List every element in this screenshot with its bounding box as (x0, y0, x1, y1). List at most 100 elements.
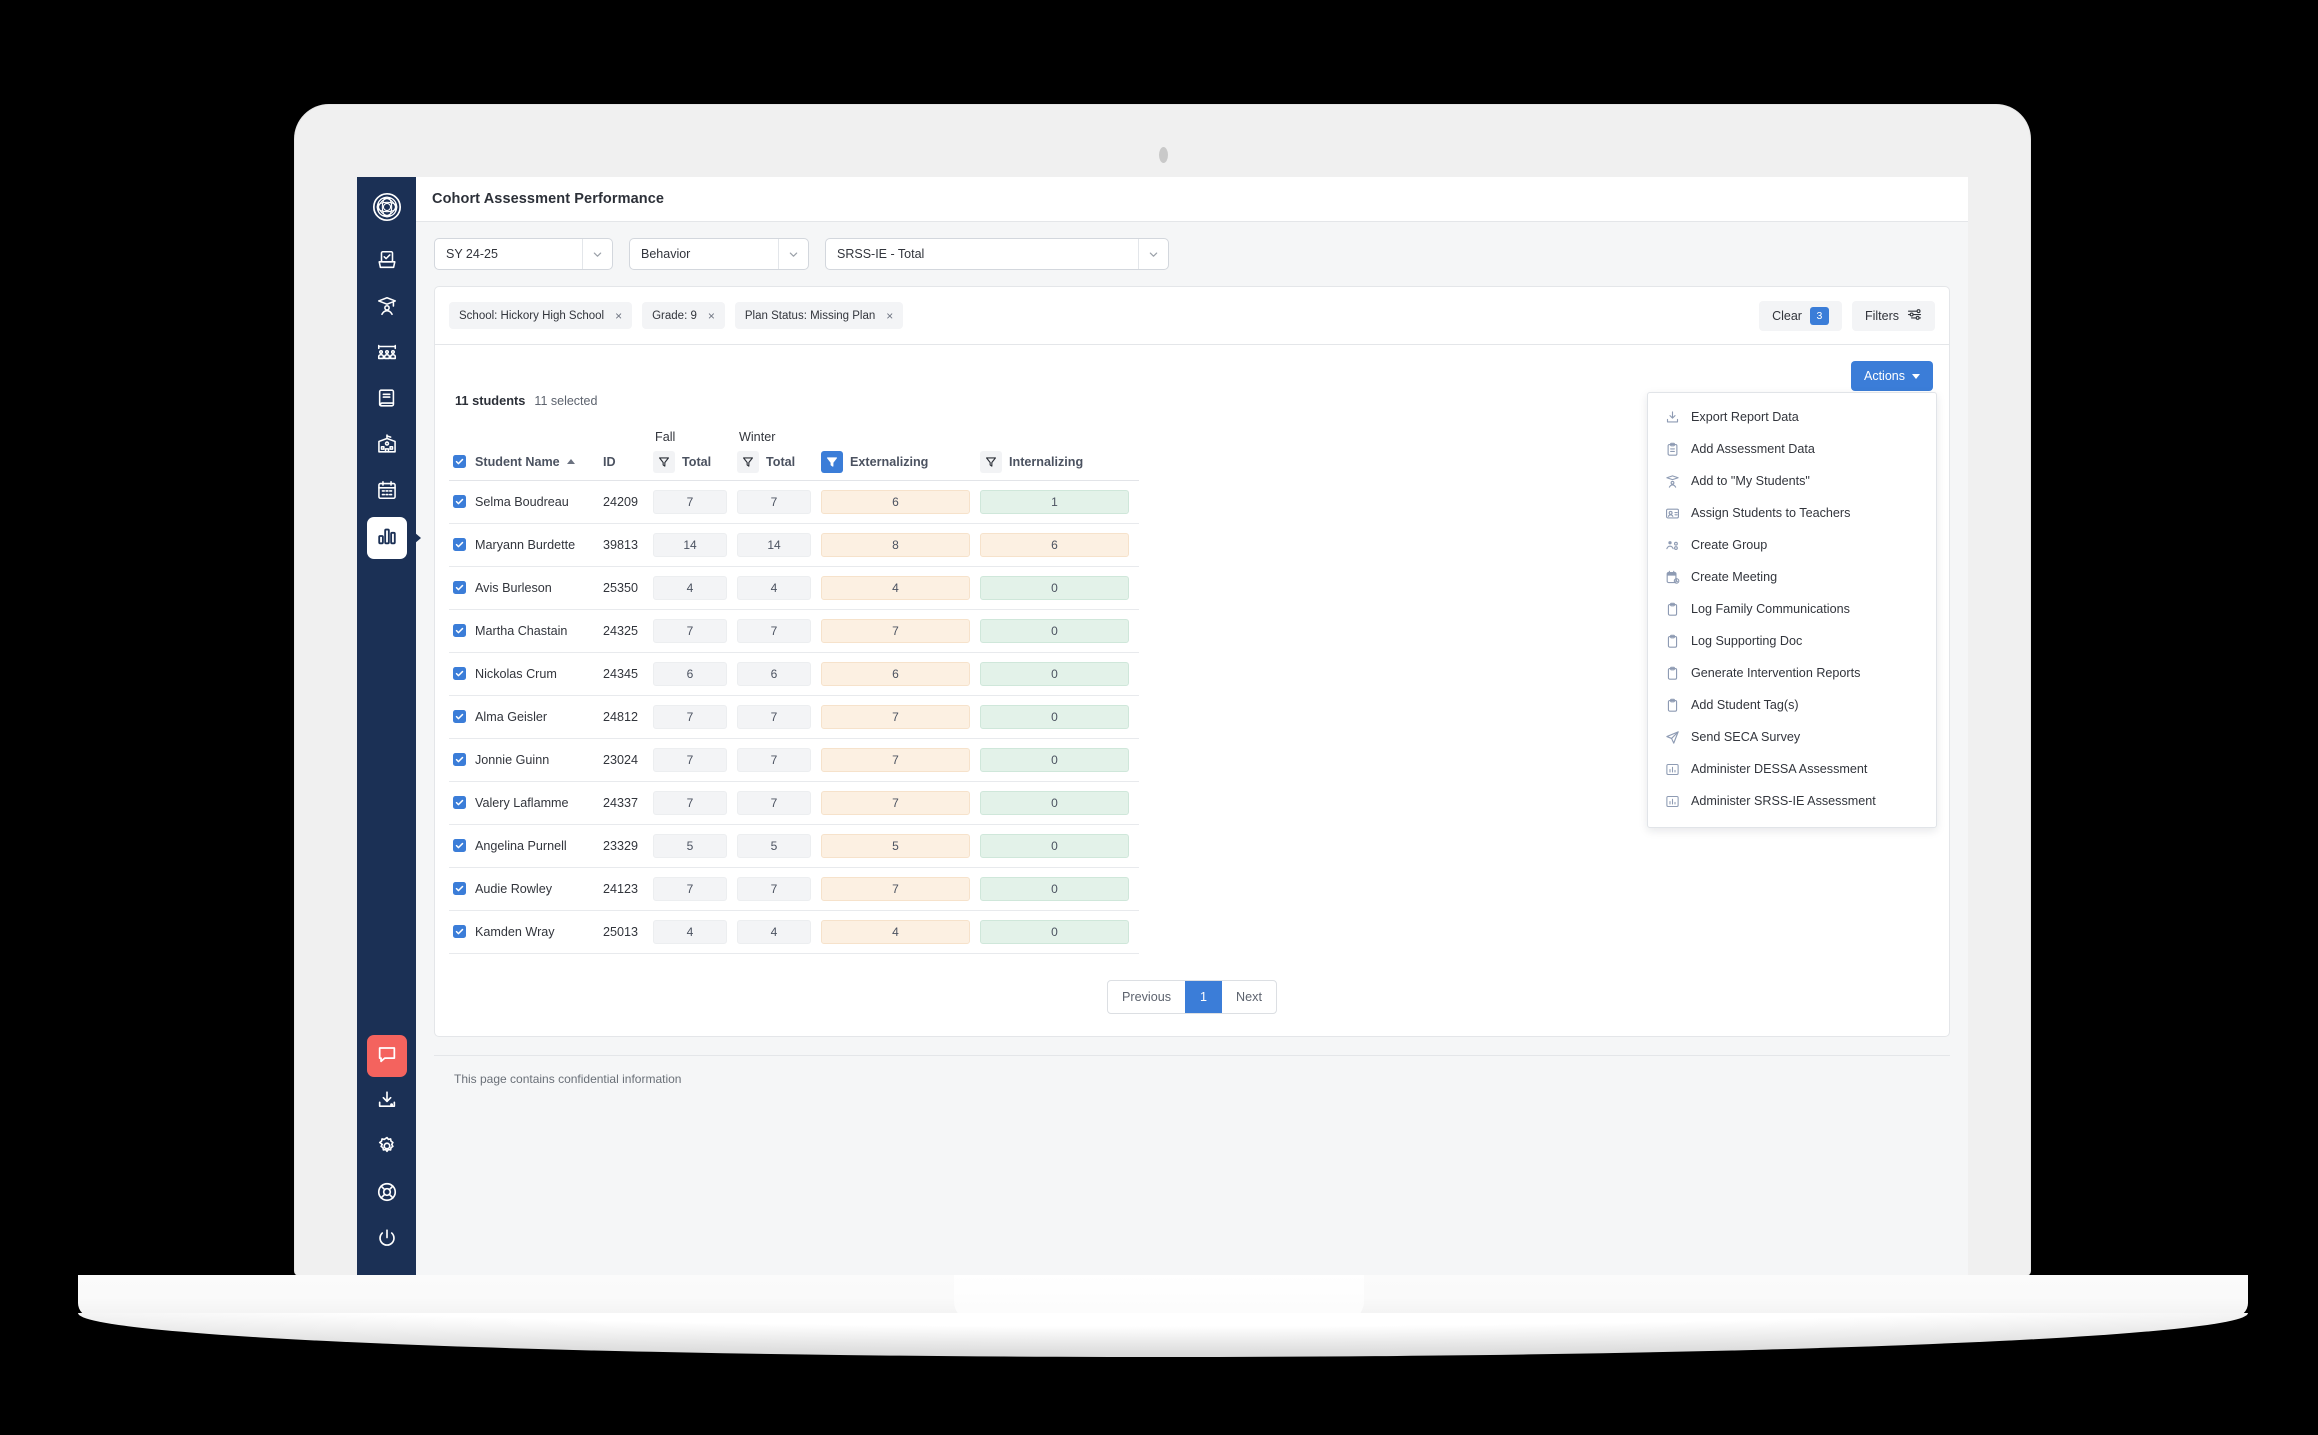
filter-icon[interactable] (737, 450, 759, 473)
select-all-checkbox[interactable] (453, 454, 466, 468)
header-fall-total[interactable]: Total (653, 444, 737, 481)
paper-plane-icon (1664, 729, 1680, 745)
app-logo[interactable] (367, 187, 407, 227)
sidebar-item-help[interactable] (367, 1173, 407, 1215)
sidebar-item-curriculum[interactable] (367, 379, 407, 421)
table-row[interactable]: Selma Boudreau 24209 7 7 6 1 (449, 480, 1139, 524)
menu-item-create-group[interactable]: Create Group (1648, 529, 1936, 561)
filters-button[interactable]: Filters (1851, 300, 1935, 331)
sidebar-item-assessments[interactable] (367, 241, 407, 283)
header-student-name[interactable]: Student Name (475, 444, 603, 481)
table-row[interactable]: Maryann Burdette 39813 14 14 8 6 (449, 523, 1139, 567)
pagination-previous[interactable]: Previous (1108, 981, 1185, 1013)
assessment-select[interactable]: SRSS-IE - Total (825, 238, 1169, 270)
filter-chip-school[interactable]: School: Hickory High School × (449, 302, 633, 329)
domain-select[interactable]: Behavior (629, 238, 809, 270)
header-externalizing[interactable]: Externalizing (821, 444, 980, 481)
pagination-page-1[interactable]: 1 (1185, 980, 1223, 1013)
menu-item-generate-intervention-reports[interactable]: Generate Intervention Reports (1648, 657, 1936, 689)
table-row[interactable]: Valery Laflamme 24337 7 7 7 0 (449, 781, 1139, 825)
filter-chip-plan-status[interactable]: Plan Status: Missing Plan × (734, 302, 904, 329)
menu-item-label: Add to "My Students" (1691, 474, 1810, 488)
menu-item-assign-students-to-teachers[interactable]: Assign Students to Teachers (1648, 497, 1936, 529)
cell-student-name[interactable]: Valery Laflamme (475, 781, 603, 825)
header-internalizing[interactable]: Internalizing (980, 444, 1139, 481)
row-checkbox[interactable] (453, 666, 466, 680)
menu-item-create-meeting[interactable]: Create Meeting (1648, 561, 1936, 593)
menu-item-log-family-communications[interactable]: Log Family Communications (1648, 593, 1936, 625)
sidebar-item-messages[interactable] (366, 1035, 407, 1077)
table-row[interactable]: Kamden Wray 25013 4 4 4 0 (449, 910, 1139, 954)
row-select-cell (449, 867, 475, 911)
sidebar-item-students[interactable] (367, 287, 407, 329)
sidebar-item-logout[interactable] (367, 1219, 407, 1261)
menu-item-send-seca-survey[interactable]: Send SECA Survey (1648, 721, 1936, 753)
cell-student-name[interactable]: Maryann Burdette (475, 523, 603, 567)
table-row[interactable]: Avis Burleson 25350 4 4 4 0 (449, 566, 1139, 610)
school-year-select[interactable]: SY 24-25 (434, 238, 613, 270)
cell-student-name[interactable]: Martha Chastain (475, 609, 603, 653)
cell-student-name[interactable]: Kamden Wray (475, 910, 603, 954)
table-row[interactable]: Nickolas Crum 24345 6 6 6 0 (449, 652, 1139, 696)
row-checkbox[interactable] (453, 924, 466, 938)
close-icon[interactable]: × (886, 310, 893, 322)
filter-icon[interactable] (653, 450, 675, 473)
column-header-row: Student Name ID Total Total Externalizin… (449, 444, 1139, 481)
table-row[interactable]: Jonnie Guinn 23024 7 7 7 0 (449, 738, 1139, 782)
cell-student-name[interactable]: Nickolas Crum (475, 652, 603, 696)
sidebar-item-reports[interactable] (366, 517, 421, 559)
table-row[interactable]: Angelina Purnell 23329 5 5 5 0 (449, 824, 1139, 868)
student-id-text: 24123 (603, 881, 639, 896)
row-checkbox[interactable] (453, 537, 466, 551)
sidebar-item-schools[interactable] (367, 425, 407, 467)
header-id[interactable]: ID (603, 444, 653, 481)
pagination-next[interactable]: Next (1222, 981, 1276, 1013)
menu-item-administer-srss-ie-assessment[interactable]: Administer SRSS-IE Assessment (1648, 785, 1936, 817)
cell-internalizing: 0 (980, 910, 1139, 954)
user-card-icon (1664, 505, 1680, 521)
cell-student-name[interactable]: Avis Burleson (475, 566, 603, 610)
filter-icon[interactable] (980, 450, 1002, 473)
filter-chip-grade[interactable]: Grade: 9 × (642, 302, 725, 329)
actions-dropdown-menu[interactable]: Export Report Data Add Assessment Data A… (1647, 392, 1937, 828)
close-icon[interactable]: × (615, 310, 622, 322)
header-winter-total[interactable]: Total (737, 444, 821, 481)
menu-item-log-supporting-doc[interactable]: Log Supporting Doc (1648, 625, 1936, 657)
row-checkbox[interactable] (453, 752, 466, 766)
cell-fall-total: 7 (653, 738, 737, 782)
laptop-base-shadow (78, 1313, 2248, 1357)
winter-total-value: 7 (737, 489, 811, 514)
sidebar-item-calendar[interactable] (367, 471, 407, 513)
cell-student-name[interactable]: Selma Boudreau (475, 480, 603, 524)
row-checkbox[interactable] (453, 494, 466, 508)
season-label: Fall (655, 430, 676, 444)
table-row[interactable]: Audie Rowley 24123 7 7 7 0 (449, 867, 1139, 911)
row-checkbox[interactable] (453, 709, 466, 723)
row-checkbox[interactable] (453, 795, 466, 809)
sidebar-item-groups[interactable] (367, 333, 407, 375)
cell-student-name[interactable]: Angelina Purnell (475, 824, 603, 868)
table-row[interactable]: Alma Geisler 24812 7 7 7 0 (449, 695, 1139, 739)
student-count-total: 11 students (455, 393, 526, 408)
sidebar-item-downloads[interactable] (367, 1081, 407, 1123)
menu-item-administer-dessa-assessment[interactable]: Administer DESSA Assessment (1648, 753, 1936, 785)
filter-icon-active[interactable] (821, 450, 843, 473)
table-row[interactable]: Martha Chastain 24325 7 7 7 0 (449, 609, 1139, 653)
menu-item-export-report-data[interactable]: Export Report Data (1648, 401, 1936, 433)
menu-item-add-assessment-data[interactable]: Add Assessment Data (1648, 433, 1936, 465)
row-checkbox[interactable] (453, 881, 466, 895)
row-checkbox[interactable] (453, 838, 466, 852)
sidebar-item-settings[interactable] (367, 1127, 407, 1169)
menu-item-add-to-my-students[interactable]: Add to "My Students" (1648, 465, 1936, 497)
close-icon[interactable]: × (708, 310, 715, 322)
cell-student-name[interactable]: Jonnie Guinn (475, 738, 603, 782)
clear-filters-button[interactable]: Clear 3 (1759, 300, 1842, 331)
row-checkbox[interactable] (453, 580, 466, 594)
cell-student-name[interactable]: Alma Geisler (475, 695, 603, 739)
cell-fall-total: 7 (653, 480, 737, 524)
actions-button[interactable]: Actions (1851, 361, 1933, 391)
row-checkbox[interactable] (453, 623, 466, 637)
cell-student-name[interactable]: Audie Rowley (475, 867, 603, 911)
menu-item-add-student-tags[interactable]: Add Student Tag(s) (1648, 689, 1936, 721)
cell-winter-total: 7 (737, 867, 821, 911)
